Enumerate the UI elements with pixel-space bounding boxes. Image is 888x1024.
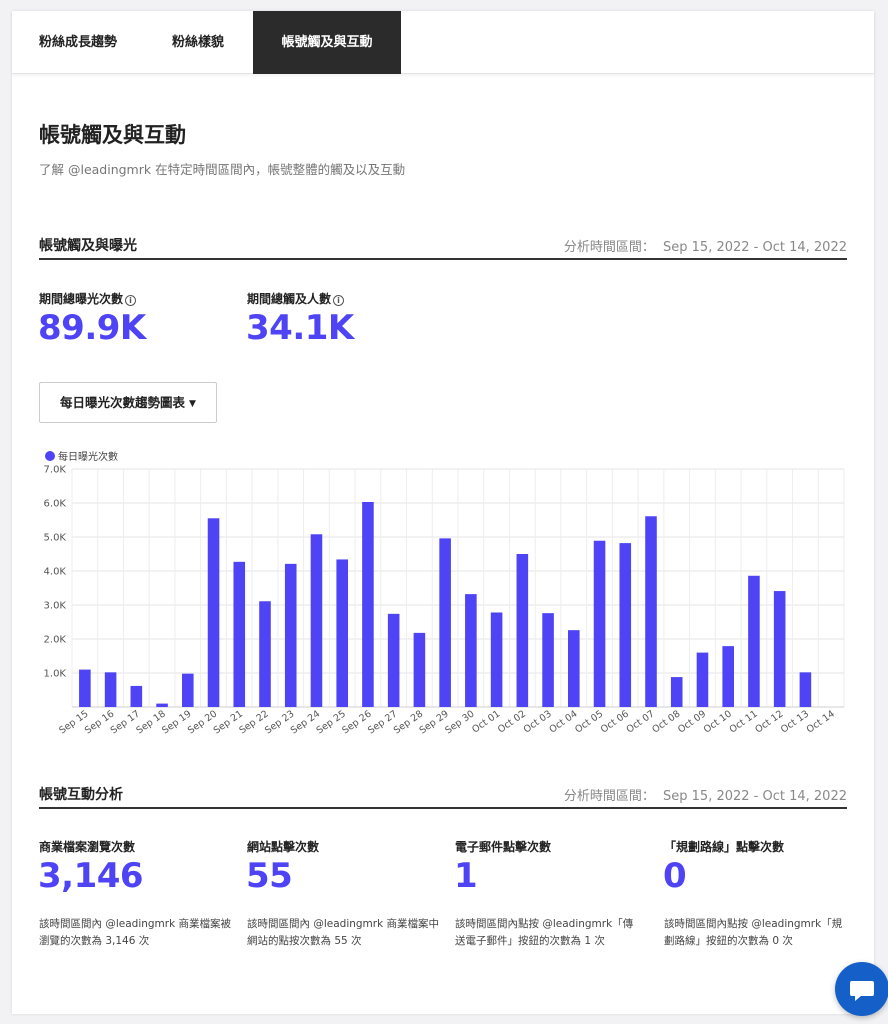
bar <box>748 575 760 707</box>
legend-marker <box>45 451 55 461</box>
dropdown-label: 每日曝光次數趨勢圖表 <box>60 395 186 410</box>
caret-down-icon: ▼ <box>189 399 196 409</box>
x-tick-label: Oct 06 <box>599 708 631 735</box>
bar <box>439 538 451 707</box>
email-clicks-desc: 該時間區間內點按 @leadingmrk「傳送電子郵件」按鈕的次數為 1 次 <box>455 918 634 947</box>
chat-button[interactable] <box>835 962 888 1016</box>
bar <box>799 672 812 707</box>
chat-bubble-icon <box>850 981 874 1001</box>
y-tick-label: 2.0K <box>44 635 67 646</box>
bar <box>542 613 554 707</box>
bar <box>233 561 246 707</box>
range-value: Sep 15, 2022 - Oct 14, 2022 <box>663 240 847 255</box>
y-tick-label: 7.0K <box>44 465 67 476</box>
range-label: 分析時間區間： <box>563 789 655 804</box>
bar <box>645 516 657 707</box>
tab-follower-growth[interactable]: 粉絲成長趨勢 <box>12 11 144 74</box>
x-tick-label: Oct 13 <box>779 708 811 735</box>
bar <box>104 672 117 707</box>
bar <box>593 540 606 707</box>
tab-bar: 粉絲成長趨勢 粉絲樣貌 帳號觸及與互動 <box>12 11 874 74</box>
total-reach-value: 34.1K <box>246 308 354 348</box>
x-tick-label: Oct 04 <box>547 708 579 735</box>
engagement-section-header: 帳號互動分析 分析時間區間： Sep 15, 2022 - Oct 14, 20… <box>39 779 847 809</box>
profile-views-value: 3,146 <box>38 856 144 896</box>
website-clicks-value: 55 <box>246 856 293 896</box>
tab-reach-engagement[interactable]: 帳號觸及與互動 <box>253 11 401 74</box>
page-title: 帳號觸及與互動 <box>39 123 186 147</box>
bar <box>773 591 786 707</box>
y-tick-label: 1.0K <box>44 669 67 680</box>
directions-clicks-label: 「規劃路線」點擊次數 <box>664 840 785 854</box>
x-tick-label: Oct 05 <box>573 708 605 735</box>
bar <box>310 534 323 707</box>
bar <box>79 669 91 707</box>
y-tick-label: 5.0K <box>44 533 67 544</box>
bar <box>670 677 683 707</box>
info-icon[interactable]: i <box>333 295 345 306</box>
bar <box>465 594 477 707</box>
y-tick-label: 6.0K <box>44 499 67 510</box>
total-reach-label: 期間總觸及人數 i <box>247 290 345 307</box>
bar <box>336 559 348 707</box>
bar <box>259 601 271 707</box>
bar <box>284 563 297 707</box>
y-tick-label: 4.0K <box>44 567 67 578</box>
reach-date-range: 分析時間區間： Sep 15, 2022 - Oct 14, 2022 <box>560 236 847 255</box>
email-clicks-label: 電子郵件點擊次數 <box>455 840 552 854</box>
bar <box>207 518 220 707</box>
bar <box>182 673 194 707</box>
reach-section-title: 帳號觸及與曝光 <box>39 238 137 254</box>
engagement-date-range: 分析時間區間： Sep 15, 2022 - Oct 14, 2022 <box>560 785 847 804</box>
email-clicks-value: 1 <box>454 856 478 896</box>
reach-section-header: 帳號觸及與曝光 分析時間區間： Sep 15, 2022 - Oct 14, 2… <box>39 230 847 260</box>
directions-clicks-desc: 該時間區間內點按 @leadingmrk「規劃路線」按鈕的次數為 0 次 <box>664 918 843 947</box>
metric-label-text: 期間總觸及人數 <box>247 292 332 306</box>
range-label: 分析時間區間： <box>563 240 655 255</box>
bar <box>619 543 632 707</box>
y-tick-label: 3.0K <box>44 601 67 612</box>
x-tick-label: Oct 07 <box>625 708 657 735</box>
info-icon[interactable]: i <box>125 295 137 306</box>
x-tick-label: Oct 14 <box>805 708 837 735</box>
bar <box>413 632 426 707</box>
tab-follower-profile[interactable]: 粉絲樣貌 <box>144 11 252 74</box>
total-impressions-label: 期間總曝光次數 i <box>39 290 137 307</box>
bar <box>387 613 400 707</box>
bar <box>490 612 503 707</box>
bar <box>516 554 529 707</box>
content-card: 粉絲成長趨勢 粉絲樣貌 帳號觸及與互動 帳號觸及與互動 了解 @leadingm… <box>12 11 874 1014</box>
daily-impressions-chart: 1.0K2.0K3.0K4.0K5.0K6.0K7.0KSep 15Sep 16… <box>44 450 845 736</box>
profile-views-label: 商業檔案瀏覽次數 <box>39 840 136 854</box>
website-clicks-desc: 該時間區間內 @leadingmrk 商業檔案中網站的點按次數為 55 次 <box>247 918 440 947</box>
bar <box>362 501 374 707</box>
total-impressions-value: 89.9K <box>38 308 146 348</box>
chart-type-dropdown[interactable]: 每日曝光次數趨勢圖表 ▼ <box>39 382 217 423</box>
bar <box>722 646 734 707</box>
bar <box>156 703 168 707</box>
x-tick-label: Oct 11 <box>728 708 760 735</box>
bar <box>568 630 580 707</box>
x-tick-label: Oct 08 <box>650 708 682 735</box>
x-tick-label: Oct 02 <box>496 708 528 735</box>
x-tick-label: Oct 03 <box>522 708 554 735</box>
range-value: Sep 15, 2022 - Oct 14, 2022 <box>663 789 847 804</box>
bar <box>130 685 143 707</box>
website-clicks-label: 網站點擊次數 <box>247 840 320 854</box>
x-tick-label: Oct 10 <box>702 708 734 735</box>
legend-label: 每日曝光次數 <box>58 450 118 463</box>
directions-clicks-value: 0 <box>663 856 687 896</box>
profile-views-desc: 該時間區間內 @leadingmrk 商業檔案被瀏覽的次數為 3,146 次 <box>39 918 232 947</box>
x-tick-label: Oct 01 <box>470 708 502 735</box>
x-tick-label: Oct 09 <box>676 708 708 735</box>
bar <box>696 652 709 707</box>
engagement-section-title: 帳號互動分析 <box>39 787 123 803</box>
x-tick-label: Sep 30 <box>443 708 476 736</box>
x-tick-label: Oct 12 <box>753 708 785 735</box>
page-description: 了解 @leadingmrk 在特定時間區間內，帳號整體的觸及以及互動 <box>39 162 406 177</box>
metric-label-text: 期間總曝光次數 <box>39 292 124 306</box>
